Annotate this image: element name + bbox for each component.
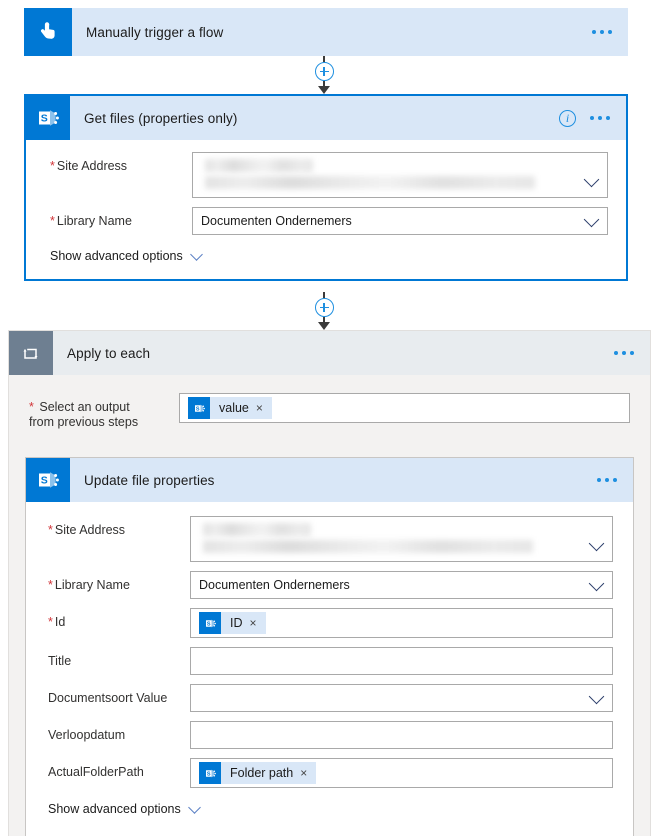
library-name-value: Documenten Ondernemers	[199, 578, 350, 592]
info-icon[interactable]: i	[559, 109, 576, 127]
field-label-select-output: Select an output from previous steps	[29, 393, 179, 430]
field-label-id: Id	[48, 608, 190, 630]
title-input[interactable]	[190, 647, 613, 675]
token-id[interactable]: S ID ×	[199, 612, 266, 634]
insert-step-button-2[interactable]	[314, 298, 334, 317]
field-library-name: Library Name Documenten Ondernemers	[48, 571, 613, 599]
apply-to-each-card-header[interactable]: Apply to each	[9, 331, 650, 375]
trigger-card-header[interactable]: Manually trigger a flow	[24, 8, 628, 56]
chevron-down-icon	[187, 800, 201, 814]
token-label: ID	[230, 616, 243, 630]
update-file-properties-card-header[interactable]: S Update file properties	[26, 458, 633, 502]
select-output-label-line1: Select an output	[39, 400, 130, 414]
connector-arrow	[318, 322, 330, 330]
documentsoort-value-dropdown[interactable]	[190, 684, 613, 712]
trigger-more-options-button[interactable]	[592, 30, 612, 34]
token-value[interactable]: S value ×	[188, 397, 272, 419]
field-label-site-address: Site Address	[50, 152, 192, 174]
connector-insert-step-2	[308, 292, 340, 330]
svg-text:S: S	[41, 475, 48, 487]
action-card-get-files[interactable]: S Get files (properties only) i Site Add…	[24, 94, 628, 281]
token-remove-button[interactable]: ×	[256, 402, 272, 414]
field-label-site-address: Site Address	[48, 516, 190, 538]
apply-to-each-header-actions	[614, 351, 634, 355]
chevron-down-icon	[588, 575, 605, 592]
update-file-properties-title: Update file properties	[84, 472, 215, 488]
redacted-site-address-value	[199, 517, 604, 561]
field-title: Title	[48, 647, 613, 675]
field-verloopdatum: Verloopdatum	[48, 721, 613, 749]
loop-icon	[9, 331, 53, 375]
token-label: Folder path	[230, 766, 294, 780]
field-label-verloopdatum: Verloopdatum	[48, 728, 126, 742]
show-advanced-options-toggle-update-file-properties[interactable]: Show advanced options	[48, 800, 613, 816]
trigger-header-actions	[592, 30, 612, 34]
get-files-title: Get files (properties only)	[84, 110, 238, 126]
connector-arrow	[318, 86, 330, 94]
token-remove-button[interactable]: ×	[300, 767, 316, 779]
field-label-library-name: Library Name	[48, 571, 190, 593]
update-file-properties-header-actions	[597, 478, 617, 482]
apply-to-each-title: Apply to each	[67, 345, 151, 361]
field-documentsoort-value: Documentsoort Value	[48, 684, 613, 712]
library-name-value: Documenten Ondernemers	[201, 214, 352, 228]
token-folder-path[interactable]: S Folder path ×	[199, 762, 317, 784]
update-file-properties-body: Site Address Library Name Documenten Ond…	[26, 502, 633, 836]
token-label: value	[219, 401, 249, 415]
action-card-update-file-properties[interactable]: S Update file properties Site Address	[25, 457, 634, 836]
chevron-down-icon	[583, 211, 600, 228]
field-label-actualfolderpath: ActualFolderPath	[48, 765, 144, 779]
scope-card-apply-to-each[interactable]: Apply to each Select an output from prev…	[8, 330, 651, 836]
site-address-dropdown[interactable]	[190, 516, 613, 562]
apply-to-each-more-options-button[interactable]	[614, 351, 634, 355]
trigger-title: Manually trigger a flow	[86, 24, 224, 40]
show-advanced-options-label: Show advanced options	[50, 249, 183, 263]
tap-hand-icon	[24, 8, 72, 56]
actualfolderpath-input[interactable]: S Folder path ×	[190, 758, 613, 788]
show-advanced-options-toggle-get-files[interactable]: Show advanced options	[50, 247, 608, 263]
token-remove-button[interactable]: ×	[250, 617, 266, 629]
connector-insert-step-1	[308, 56, 340, 94]
trigger-card-manually-trigger-a-flow[interactable]: Manually trigger a flow	[24, 8, 628, 56]
get-files-more-options-button[interactable]	[590, 116, 610, 120]
get-files-header-actions: i	[559, 109, 610, 127]
chevron-down-icon	[189, 247, 203, 261]
field-site-address: Site Address	[48, 516, 613, 562]
sharepoint-icon: S	[188, 397, 210, 419]
sharepoint-icon: S	[26, 96, 70, 140]
get-files-card-body: Site Address Library Name Documenten Ond…	[26, 140, 626, 279]
svg-text:S: S	[206, 621, 210, 627]
insert-step-button-1[interactable]	[314, 62, 334, 81]
field-site-address: Site Address	[50, 152, 608, 198]
get-files-card-header[interactable]: S Get files (properties only) i	[26, 96, 626, 140]
svg-text:S: S	[206, 771, 210, 777]
select-output-input[interactable]: S value ×	[179, 393, 630, 423]
chevron-down-icon	[588, 688, 605, 705]
flow-designer-canvas: Manually trigger a flow S Get files (pro…	[0, 0, 651, 836]
update-file-properties-more-options-button[interactable]	[597, 478, 617, 482]
sharepoint-icon: S	[199, 612, 221, 634]
library-name-dropdown[interactable]: Documenten Ondernemers	[192, 207, 608, 235]
sharepoint-icon: S	[26, 458, 70, 502]
field-select-output: Select an output from previous steps	[29, 393, 630, 430]
field-library-name: Library Name Documenten Ondernemers	[50, 207, 608, 235]
redacted-site-address-value	[201, 153, 599, 197]
svg-text:S: S	[41, 113, 48, 125]
site-address-dropdown[interactable]	[192, 152, 608, 198]
apply-to-each-body: Select an output from previous steps	[9, 375, 650, 443]
show-advanced-options-label: Show advanced options	[48, 802, 181, 816]
field-label-library-name: Library Name	[50, 207, 192, 229]
select-output-label-line2: from previous steps	[29, 415, 139, 429]
library-name-dropdown[interactable]: Documenten Ondernemers	[190, 571, 613, 599]
verloopdatum-input[interactable]	[190, 721, 613, 749]
field-label-documentsoort-value: Documentsoort Value	[48, 691, 168, 705]
field-actualfolderpath: ActualFolderPath S Folder path ×	[48, 758, 613, 788]
svg-text:S: S	[195, 406, 199, 412]
field-id: Id S	[48, 608, 613, 638]
id-input[interactable]: S ID ×	[190, 608, 613, 638]
field-label-title: Title	[48, 654, 72, 668]
sharepoint-icon: S	[199, 762, 221, 784]
